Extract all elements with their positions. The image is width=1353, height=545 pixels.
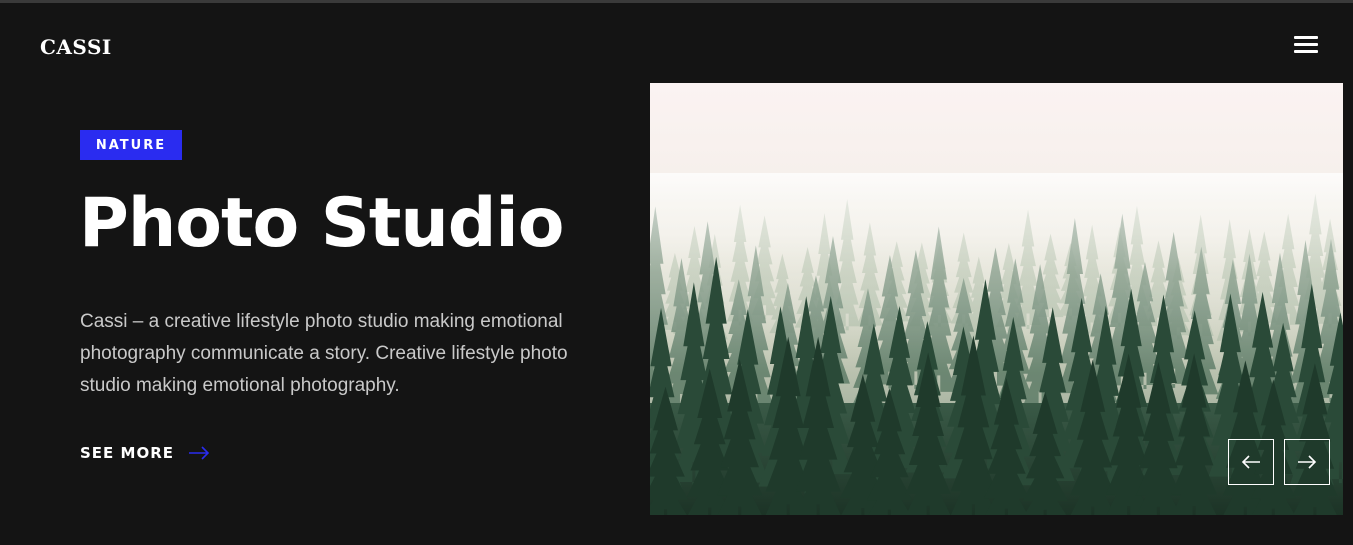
hamburger-menu-icon [1294,36,1318,39]
menu-button[interactable] [1294,35,1320,55]
see-more-link[interactable]: SEE MORE [80,444,210,462]
arrow-right-icon [189,446,210,460]
arrow-left-icon [1241,455,1260,469]
hero-description: Cassi – a creative lifestyle photo studi… [80,311,568,396]
arrow-right-icon [1298,455,1317,469]
top-border [0,0,1353,3]
see-more-label: SEE MORE [80,444,174,462]
category-tag[interactable]: NATURE [80,130,182,160]
hero-title: Photo Studio [79,184,564,263]
slider-prev-button[interactable] [1228,439,1274,485]
slider-next-button[interactable] [1284,439,1330,485]
brand-logo[interactable]: CASSI [40,35,112,59]
